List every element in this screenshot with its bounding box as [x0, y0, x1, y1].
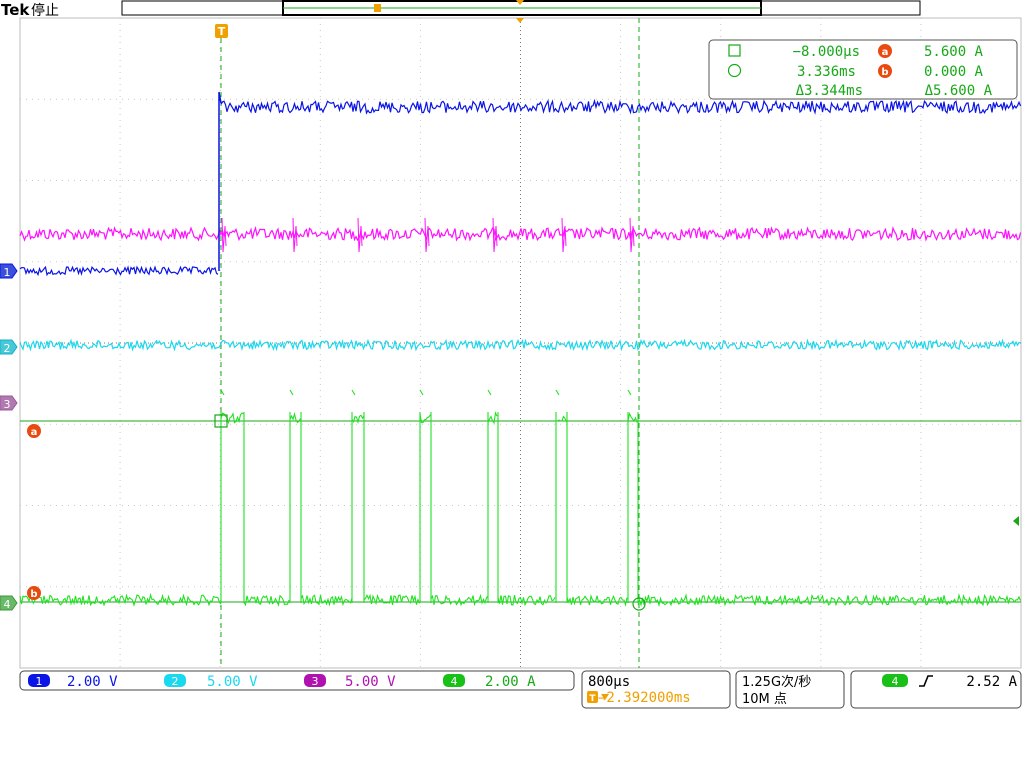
svg-text:4: 4 [4, 598, 11, 611]
trigger-level: 2.52 A [966, 674, 1017, 690]
svg-text:1: 1 [36, 675, 43, 688]
cursor-readout-panel: −8.000µs 3.336ms Δ3.344ms a b 5.600 A 0.… [708, 39, 1018, 100]
svg-text:2: 2 [172, 675, 179, 688]
ch3-scale: 5.00 V [345, 674, 396, 690]
cursor-a-time: −8.000µs [793, 44, 860, 60]
ch3-ground-marker[interactable]: 3 [0, 395, 18, 411]
svg-text:2: 2 [4, 342, 11, 355]
svg-text:b: b [30, 589, 37, 600]
cursor-delta-time: Δ3.344ms [796, 83, 863, 99]
channel-scale-bar[interactable]: 1 2.00 V 2 5.00 V 3 5.00 V 4 2.00 A [19, 670, 575, 691]
timebase-scale: 800µs [588, 674, 630, 690]
oscilloscope-screen: Tek 停止 T a b 1 2 3 4 −8.000µs 3.336ms Δ3… [0, 0, 1022, 709]
ch1-scale: 2.00 V [67, 674, 118, 690]
acquisition-panel[interactable]: 1.25G次/秒 10M 点 [735, 670, 845, 709]
ch4-scale: 2.00 A [485, 674, 536, 690]
cursor-b-value: 0.000 A [924, 64, 984, 80]
svg-text:b: b [881, 67, 888, 78]
sample-rate: 1.25G次/秒 [742, 674, 811, 690]
svg-text:3: 3 [4, 398, 11, 411]
ch1-ground-marker[interactable]: 1 [0, 263, 18, 279]
run-state-label: 停止 [31, 2, 59, 19]
overview-trigger-icon [374, 4, 381, 12]
svg-text:4: 4 [451, 675, 458, 688]
record-length: 10M 点 [742, 692, 787, 707]
svg-text:T: T [589, 694, 596, 704]
svg-text:3: 3 [312, 675, 319, 688]
cursor-b-time: 3.336ms [797, 64, 856, 80]
svg-text:T: T [218, 25, 226, 38]
svg-text:a: a [882, 47, 889, 58]
ch2-scale: 5.00 V [207, 674, 258, 690]
svg-text:a: a [31, 427, 38, 438]
trigger-delay: →2.392000ms [598, 690, 691, 706]
cursor-delta-value: Δ5.600 A [925, 83, 993, 99]
ch4-ground-marker[interactable]: 4 [0, 595, 18, 611]
trigger-panel[interactable]: 4 2.52 A [850, 670, 1022, 709]
timebase-panel[interactable]: 800µs T →2.392000ms [581, 670, 731, 709]
svg-text:4: 4 [892, 675, 899, 688]
ch2-ground-marker[interactable]: 2 [0, 339, 18, 355]
cursor-a-value: 5.600 A [924, 44, 984, 60]
brand-label: Tek [1, 1, 30, 19]
svg-text:1: 1 [4, 266, 11, 279]
